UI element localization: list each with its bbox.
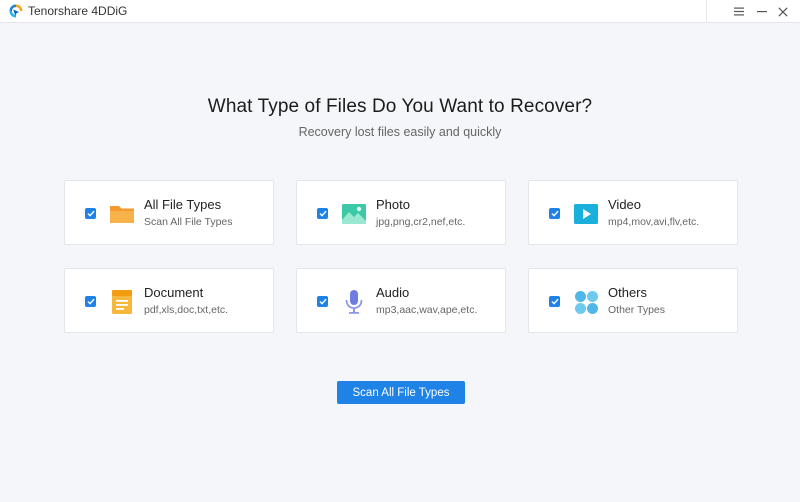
minimize-icon	[757, 11, 767, 13]
checkmark-icon	[551, 298, 559, 305]
titlebar-divider	[706, 0, 707, 23]
file-type-description: mp3,aac,wav,ape,etc.	[376, 304, 478, 316]
audio-checkbox[interactable]	[317, 296, 328, 307]
others-icon	[575, 291, 598, 314]
others-checkbox[interactable]	[549, 296, 560, 307]
file-type-card-audio[interactable]: Audio mp3,aac,wav,ape,etc.	[296, 268, 506, 333]
checkmark-icon	[87, 210, 95, 217]
menu-button[interactable]	[727, 0, 751, 23]
all-file-types-checkbox[interactable]	[85, 208, 96, 219]
menu-icon	[734, 7, 744, 16]
checkmark-icon	[551, 210, 559, 217]
page-subheading: Recovery lost files easily and quickly	[298, 125, 502, 139]
checkmark-icon	[319, 210, 327, 217]
checkmark-icon	[319, 298, 327, 305]
document-icon	[112, 290, 132, 314]
file-type-card-document[interactable]: Document pdf,xls,doc,txt,etc.	[64, 268, 274, 333]
title-bar: Tenorshare 4DDiG	[0, 0, 800, 23]
scan-all-file-types-button[interactable]: Scan All File Types	[337, 381, 465, 404]
file-type-card-photo[interactable]: Photo jpg,png,cr2,nef,etc.	[296, 180, 506, 245]
file-type-description: Scan All File Types	[144, 216, 233, 228]
photo-checkbox[interactable]	[317, 208, 328, 219]
file-type-description: pdf,xls,doc,txt,etc.	[144, 304, 229, 316]
file-type-title: Document	[144, 285, 204, 300]
photo-icon	[342, 204, 366, 224]
file-type-description: Other Types	[608, 304, 666, 316]
folder-icon	[110, 206, 134, 223]
page-heading: What Type of Files Do You Want to Recove…	[207, 96, 593, 117]
video-icon	[574, 204, 598, 224]
file-type-title: Video	[608, 197, 642, 212]
file-type-card-all[interactable]: All File Types Scan All File Types	[64, 180, 274, 245]
close-icon	[778, 6, 788, 17]
file-type-card-others[interactable]: Others Other Types	[528, 268, 738, 333]
file-type-title: Others	[608, 285, 648, 300]
close-button[interactable]	[771, 0, 795, 23]
checkmark-icon	[87, 298, 95, 305]
app-title: Tenorshare 4DDiG	[28, 4, 128, 18]
microphone-icon	[345, 290, 363, 314]
file-type-description: jpg,png,cr2,nef,etc.	[376, 216, 466, 228]
video-checkbox[interactable]	[549, 208, 560, 219]
file-type-title: All File Types	[144, 197, 222, 212]
file-type-title: Audio	[376, 285, 410, 300]
tenorshare-logo-icon	[9, 4, 23, 18]
file-type-card-video[interactable]: Video mp4,mov,avi,flv,etc.	[528, 180, 738, 245]
file-type-title: Photo	[376, 197, 410, 212]
file-type-description: mp4,mov,avi,flv,etc.	[608, 216, 700, 228]
document-checkbox[interactable]	[85, 296, 96, 307]
